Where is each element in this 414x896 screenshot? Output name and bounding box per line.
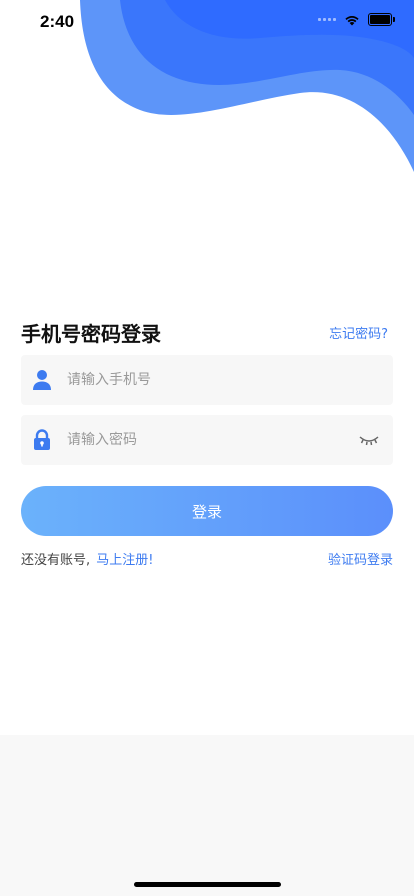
home-indicator[interactable] [134,882,281,887]
sms-login-link[interactable]: 验证码登录 [328,549,393,568]
wifi-icon [345,15,359,25]
login-button[interactable]: 登录 [21,486,393,536]
status-time: 2:40 [40,12,75,31]
eye-closed-icon[interactable] [359,432,379,448]
signal-icon [318,18,336,21]
status-icons [318,13,395,26]
footer-row: 还没有账号, 马上注册! 验证码登录 [21,549,393,568]
battery-icon [368,13,395,26]
password-input[interactable] [67,415,347,465]
lock-icon [34,429,50,450]
forgot-password-link[interactable]: 忘记密码? [329,323,388,342]
bottom-background [0,735,414,896]
register-link[interactable]: 马上注册! [96,553,153,568]
user-icon [33,370,51,390]
password-field[interactable] [21,415,393,465]
phone-field[interactable] [21,355,393,405]
phone-input[interactable] [67,355,347,405]
no-account-text: 还没有账号, [21,553,91,568]
page-title: 手机号密码登录 [21,322,161,346]
